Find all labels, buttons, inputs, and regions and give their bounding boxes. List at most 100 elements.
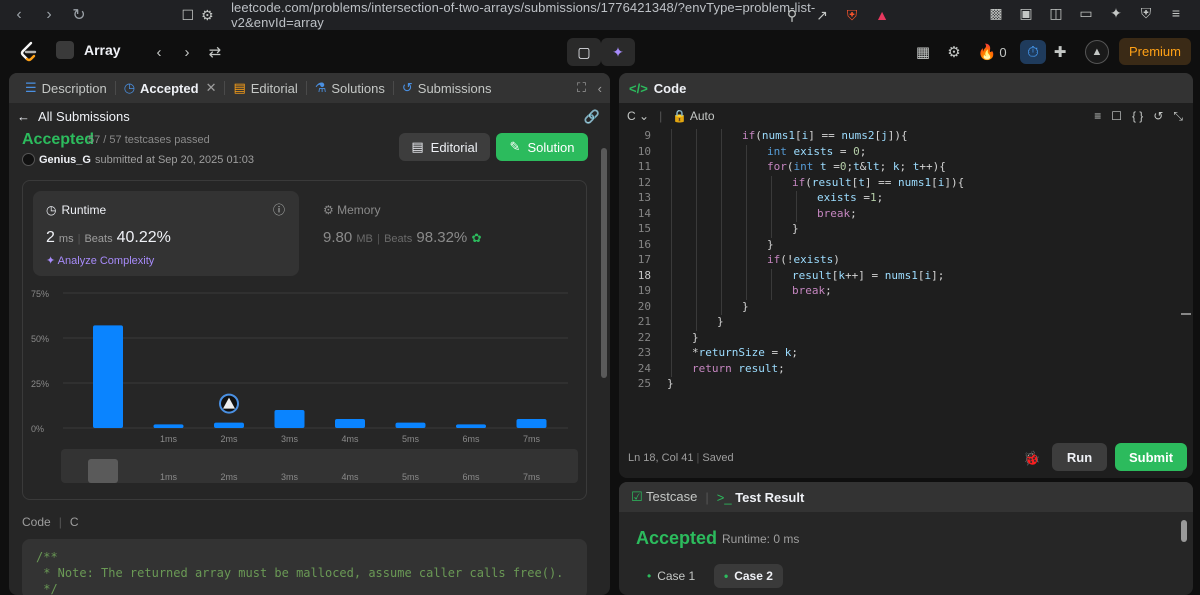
expand-icon[interactable]: ⤡ [1173,109,1183,124]
code-icon: </> [629,80,648,96]
wallet-icon[interactable]: ▭ [1076,3,1096,23]
chart-bar[interactable] [214,422,244,428]
avatar[interactable]: ▲ [1085,40,1109,64]
address-bar[interactable]: ☐ ⚙ leetcode.com/problems/intersection-o… [178,0,892,30]
code-line: exists =1; [817,191,884,204]
menu-icon[interactable]: ≡ [1166,3,1186,23]
tab-editorial[interactable]: ▤ Editorial [227,80,303,96]
back-icon[interactable]: ‹ [6,2,32,28]
runtime-box[interactable]: ◷ Runtime ⓘ 2 ms | Beats 40.22% ✦ Analyze Com… [33,191,299,276]
terminal-icon: >_ [716,489,732,505]
reader-icon[interactable]: ▣ [1016,3,1036,23]
indent-guide [696,268,697,284]
memory-title-row[interactable]: ⚙ Memory [323,203,380,217]
indent-guide [671,191,672,207]
vpn-icon[interactable]: ⛨ [1136,3,1156,23]
slider-handle[interactable] [88,459,118,483]
mode-select[interactable]: 🔒 Auto [672,109,714,123]
chart-bar[interactable] [516,419,547,428]
rewards-icon[interactable]: ▲ [872,5,892,25]
range-slider[interactable] [61,449,578,483]
problem-list-nav[interactable]: Array [56,41,121,59]
link-icon[interactable]: 🔗 [584,109,600,125]
line-number: 12 [637,175,651,189]
code-line: * Note: The returned array must be mallo… [36,566,564,580]
indent-guide [671,253,672,269]
maximize-icon[interactable]: ⛶ [577,80,586,96]
case-1-tab[interactable]: • Case 1 [637,564,705,588]
chart-bar[interactable] [93,325,123,428]
line-number: 22 [637,330,651,344]
history-icon: ↺ [401,80,413,95]
info-icon[interactable]: ⓘ [273,201,285,218]
bookmark-icon[interactable]: ☐ [1111,109,1122,124]
indent-guide [746,206,747,222]
chart-bar[interactable] [274,410,305,428]
timer-icon[interactable]: ⏱ [1020,40,1046,64]
chart-bar[interactable] [395,422,426,428]
collapse-icon[interactable]: ‹ [598,81,602,96]
scrollbar[interactable] [601,148,607,378]
indent-guide [696,160,697,176]
editorial-button[interactable]: ▤ Editorial [399,133,490,161]
extensions-bar: ▩ ▣ ◫ ▭ ✦ ⛨ ≡ [986,3,1200,23]
leo-ai-icon[interactable]: ✦ [1106,3,1126,23]
chart-bar[interactable] [153,424,184,428]
close-icon[interactable]: ✕ [206,80,217,96]
mini-tick-label: 4ms [341,472,359,482]
tab-accepted[interactable]: ◷ Accepted ✕ [118,80,223,96]
x-tick-label: 5ms [402,434,420,444]
case-2-tab[interactable]: • Case 2 [714,564,783,588]
brave-shield-icon[interactable]: ⛨ [842,5,862,25]
settings-icon[interactable]: ⚙ [942,40,966,64]
indent-guide [771,206,772,222]
shuffle-icon[interactable]: ⇄ [203,40,227,64]
indent-guide [771,191,772,207]
chart-bar[interactable] [335,419,365,428]
solution-button[interactable]: ✎ Solution [496,133,588,161]
add-friend-icon[interactable]: ✚ [1048,40,1072,64]
tab-description[interactable]: ☰ Description [19,80,113,96]
tab-test-result[interactable]: >_ Test Result [717,490,805,505]
extensions-icon[interactable]: ▩ [986,3,1006,23]
braces-icon[interactable]: { } [1132,109,1143,124]
indent-guide [671,361,672,377]
ai-assist-button[interactable]: ✦ [601,38,635,66]
reload-icon[interactable]: ↻ [66,2,92,28]
analyze-complexity-link[interactable]: ✦ Analyze Complexity [46,254,154,267]
premium-button[interactable]: Premium [1119,38,1191,65]
username[interactable]: Genius_G [39,154,91,166]
submit-button[interactable]: Submit [1115,443,1187,471]
reset-icon[interactable]: ↺ [1153,109,1163,124]
all-submissions-link[interactable]: ← All Submissions [17,109,130,124]
tab-submissions[interactable]: ↺ Submissions [396,80,498,96]
leetcode-logo[interactable] [18,41,40,63]
prev-problem-icon[interactable]: ‹ [147,40,171,64]
share-icon[interactable]: ↗ [812,5,832,25]
debug-icon[interactable]: 🐞 [1023,450,1040,467]
avatar[interactable] [22,153,35,166]
language-select[interactable]: C ⌄ [627,109,649,123]
tab-testcase[interactable]: ☑ Testcase [631,489,697,505]
tab-label: Test Result [735,489,805,505]
next-problem-icon[interactable]: › [175,40,199,64]
tab-solutions[interactable]: ⚗ Solutions [309,80,391,96]
sidebar-icon[interactable]: ◫ [1046,3,1066,23]
notes-button[interactable]: ▢ [567,38,601,66]
site-settings-icon[interactable]: ⚙ [198,5,218,25]
line-number: 19 [637,284,651,297]
problem-list-label[interactable]: Array [84,42,121,58]
forward-icon[interactable]: › [36,2,62,28]
submitted-code[interactable]: /** * Note: The returned array must be m… [22,539,587,595]
chart-bar[interactable] [456,424,486,428]
format-icon[interactable]: ≡ [1094,109,1101,124]
bookmark-icon[interactable]: ☐ [178,5,198,25]
indent-guide [696,175,697,191]
zoom-icon[interactable]: ⚲ [782,5,802,25]
indent-guide [721,191,722,207]
editor-scrollbar[interactable] [1181,313,1191,315]
tab-label: Submissions [417,80,492,96]
result-scrollbar[interactable] [1181,520,1187,542]
run-button[interactable]: Run [1052,443,1107,471]
layout-icon[interactable]: ▦ [911,40,935,64]
